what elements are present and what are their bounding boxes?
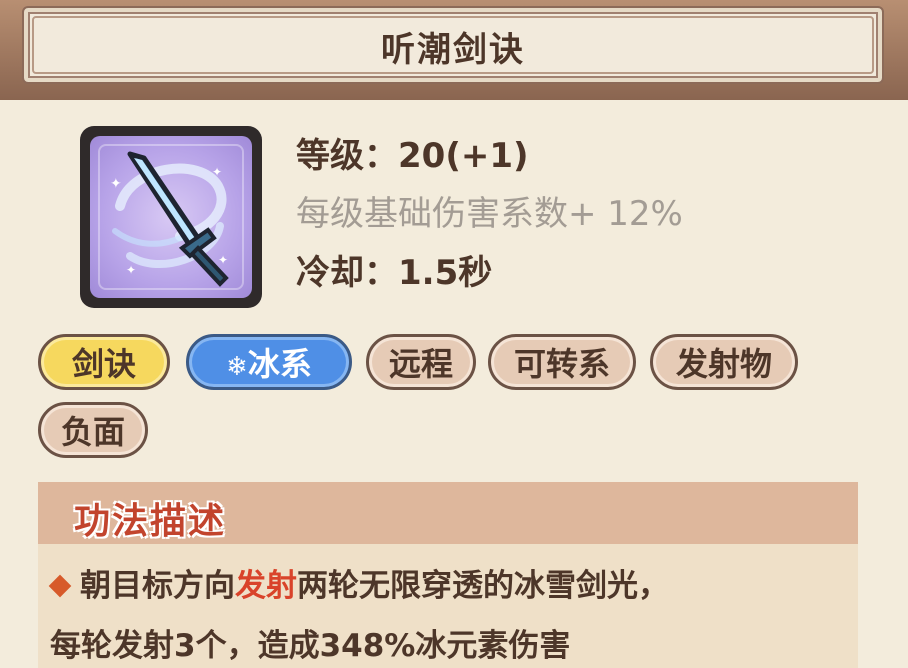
tag-convertible: 可转系 — [488, 334, 636, 390]
description-title: 功法描述 — [74, 501, 227, 542]
ice-sword-icon: ✦ ✦ ✦ ✦ — [90, 136, 252, 298]
svg-text:✦: ✦ — [126, 263, 136, 277]
description-header: 功法描述 — [38, 482, 858, 544]
description-line-1: 朝目标方向发射两轮无限穿透的冰雪剑光， — [46, 560, 669, 605]
bullet-diamond-icon — [48, 574, 72, 597]
tag-debuff: 负面 — [38, 402, 148, 458]
tag-label: 剑诀 — [71, 345, 136, 383]
title-plate: 听潮剑诀 — [22, 6, 884, 84]
skill-level: 等级：20(+1) — [296, 136, 529, 176]
tag-label: 远程 — [388, 345, 453, 383]
tag-ice-element: ❄冰系 — [186, 334, 352, 390]
tag-label: 负面 — [60, 413, 125, 451]
tag-projectile: 发射物 — [650, 334, 798, 390]
tag-label: 冰系 — [247, 345, 312, 383]
tag-sword-art: 剑诀 — [38, 334, 170, 390]
description-line-2: 每轮发射3个，造成348%冰元素伤害 — [50, 628, 571, 664]
snowflake-icon: ❄ — [226, 352, 248, 382]
svg-text:✦: ✦ — [212, 165, 222, 179]
tag-ranged: 远程 — [366, 334, 476, 390]
keyword-launch: 发射 — [235, 568, 297, 604]
svg-text:✦: ✦ — [218, 253, 228, 267]
skill-cooldown: 冷却：1.5秒 — [296, 253, 493, 293]
tag-label: 可转系 — [513, 345, 610, 383]
tag-label: 发射物 — [675, 345, 772, 383]
skill-icon-frame: ✦ ✦ ✦ ✦ — [80, 126, 262, 308]
skill-title: 听潮剑诀 — [381, 30, 525, 70]
per-level-bonus: 每级基础伤害系数+ 12% — [296, 194, 683, 234]
svg-text:✦: ✦ — [110, 176, 122, 192]
